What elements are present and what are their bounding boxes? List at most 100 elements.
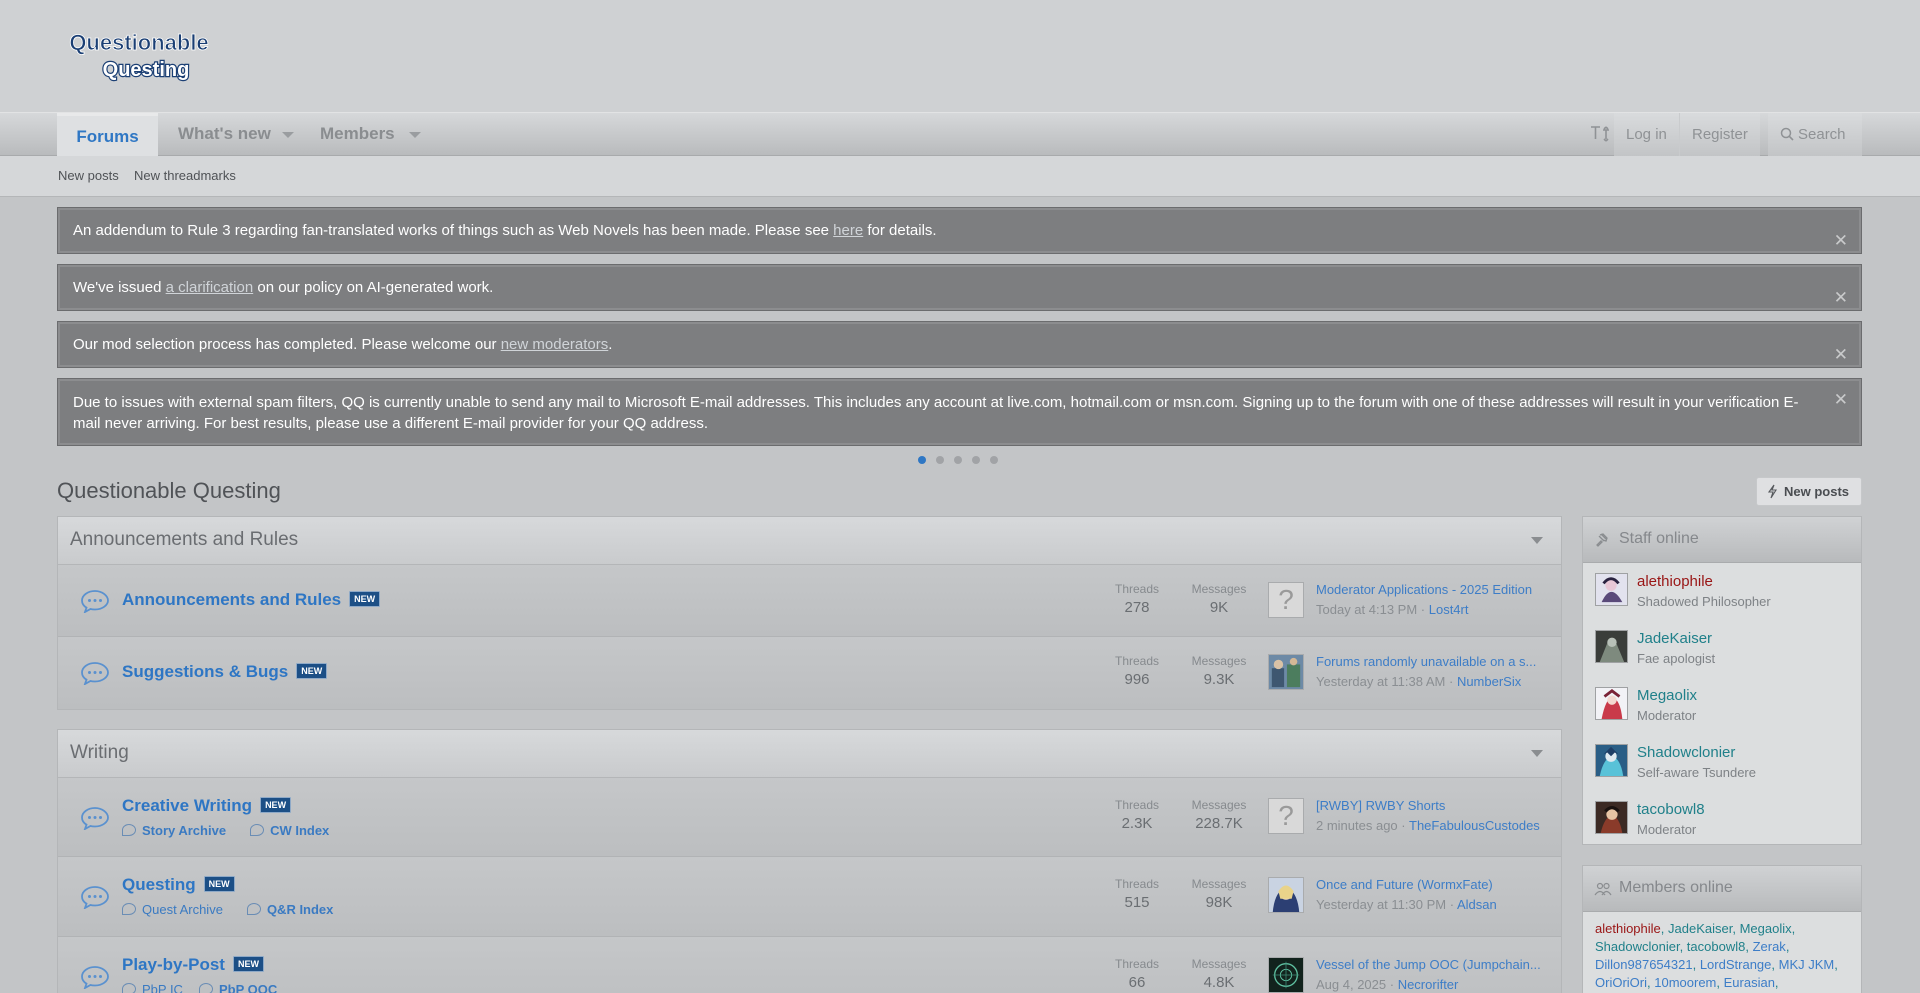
search-button[interactable]: Search — [1768, 113, 1862, 157]
staff-name[interactable]: Shadowclonier — [1637, 744, 1735, 761]
forum-title[interactable]: Play-by-Post — [122, 955, 225, 974]
subforum-link[interactable]: Q&R Index — [267, 902, 333, 917]
page-title: Questionable Questing — [57, 478, 281, 503]
staff-name[interactable]: tacobowl8 — [1637, 801, 1705, 818]
avatar[interactable] — [1595, 573, 1628, 606]
avatar[interactable]: ? — [1268, 798, 1304, 834]
latest-time[interactable]: Yesterday at 11:30 PM — [1316, 897, 1446, 912]
latest-thread-link[interactable]: Vessel of the Jump OOC (Jumpchain... — [1316, 957, 1544, 972]
staff-member: alethiophile Shadowed Philosopher — [1583, 563, 1861, 620]
pager-dot[interactable] — [954, 456, 962, 464]
pager-dot[interactable] — [936, 456, 944, 464]
forum-link[interactable]: Suggestions & Bugs NEW — [122, 662, 328, 682]
category-title[interactable]: Announcements and Rules — [70, 529, 298, 550]
messages-stat: Messages 228.7K — [1184, 798, 1254, 832]
category-title[interactable]: Writing — [70, 742, 129, 763]
tab-forums-label: Forums — [76, 127, 139, 146]
member-link[interactable]: OriOriOri — [1595, 975, 1647, 990]
gavel-icon — [1596, 533, 1608, 547]
avatar[interactable] — [1268, 957, 1304, 993]
member-link[interactable]: tacobowl8 — [1687, 939, 1746, 954]
latest-thread-link[interactable]: [RWBY] RWBY Shorts — [1316, 798, 1544, 813]
subforum-link[interactable]: PbP OOC — [219, 982, 277, 993]
tab-members[interactable]: Members — [320, 113, 395, 157]
latest-user-link[interactable]: Lost4rt — [1429, 602, 1469, 617]
member-link[interactable]: Shadowclonier — [1595, 939, 1680, 954]
forum-title[interactable]: Creative Writing — [122, 796, 252, 815]
avatar[interactable] — [1595, 687, 1628, 720]
subforum-link[interactable]: PbP IC — [142, 982, 183, 993]
whats-new-dropdown[interactable] — [276, 113, 296, 157]
subnav-new-threadmarks[interactable]: New threadmarks — [134, 168, 236, 183]
close-icon[interactable]: ✕ — [1834, 389, 1848, 410]
latest-thread-link[interactable]: Once and Future (WormxFate) — [1316, 877, 1544, 892]
latest-thread-link[interactable]: Moderator Applications - 2025 Edition — [1316, 582, 1544, 597]
latest-user-link[interactable]: TheFabulousCustodes — [1409, 818, 1540, 833]
forum-title[interactable]: Suggestions & Bugs — [122, 662, 288, 681]
latest-time[interactable]: Aug 4, 2025 — [1316, 977, 1386, 992]
tab-forums[interactable]: Forums — [57, 113, 158, 157]
subforum-link[interactable]: Quest Archive — [142, 902, 223, 917]
forum-link[interactable]: Play-by-Post NEW — [122, 955, 264, 975]
latest-user-link[interactable]: Necrorifter — [1398, 977, 1459, 992]
pager-dot[interactable] — [990, 456, 998, 464]
forum-chat-icon — [81, 807, 109, 830]
notice-text: for details. — [863, 222, 937, 239]
subforum-link[interactable]: Story Archive — [142, 823, 226, 838]
notice-link-new-moderators[interactable]: new moderators — [501, 336, 609, 353]
latest-time[interactable]: Today at 4:13 PM — [1316, 602, 1417, 617]
avatar[interactable] — [1595, 744, 1628, 777]
staff-name[interactable]: Megaolix — [1637, 687, 1697, 704]
avatar[interactable]: ? — [1268, 582, 1304, 618]
latest-post: Moderator Applications - 2025 Edition Tod… — [1316, 582, 1544, 617]
site-logo[interactable]: Questionable Questing — [64, 28, 214, 82]
staff-name[interactable]: JadeKaiser — [1637, 630, 1712, 647]
login-button[interactable]: Log in — [1614, 113, 1679, 157]
forum-row: Questing NEW Quest Archive Q&R Index Threa… — [58, 857, 1561, 937]
member-link[interactable]: JadeKaiser — [1668, 921, 1732, 936]
collapse-toggle-icon[interactable] — [1531, 750, 1543, 757]
stat-value: 98K — [1205, 894, 1233, 911]
close-icon[interactable]: ✕ — [1834, 218, 1848, 263]
avatar[interactable] — [1595, 630, 1628, 663]
staff-name[interactable]: alethiophile — [1637, 573, 1713, 590]
members-online-title[interactable]: Members online — [1619, 879, 1733, 896]
staff-online-title[interactable]: Staff online — [1619, 530, 1699, 547]
forum-link[interactable]: Announcements and Rules NEW — [122, 590, 381, 610]
subforum-link[interactable]: CW Index — [270, 823, 329, 838]
latest-time[interactable]: Yesterday at 11:38 AM — [1316, 674, 1445, 689]
forum-link[interactable]: Questing NEW — [122, 875, 235, 895]
collapse-toggle-icon[interactable] — [1531, 537, 1543, 544]
avatar[interactable] — [1268, 654, 1304, 690]
latest-user-link[interactable]: Aldsan — [1457, 897, 1497, 912]
member-link[interactable]: alethiophile — [1595, 921, 1661, 936]
member-link[interactable]: MKJ JKM — [1779, 957, 1835, 972]
pager-dot[interactable] — [918, 456, 926, 464]
avatar[interactable] — [1595, 801, 1628, 834]
text-size-button[interactable] — [1577, 113, 1611, 157]
latest-user-link[interactable]: NumberSix — [1457, 674, 1521, 689]
tab-whats-new-label: What's new — [178, 124, 271, 143]
notice-link-clarification[interactable]: a clarification — [166, 279, 254, 296]
members-dropdown[interactable] — [403, 113, 423, 157]
latest-time[interactable]: 2 minutes ago — [1316, 818, 1398, 833]
pager-dot[interactable] — [972, 456, 980, 464]
new-posts-button[interactable]: New posts — [1756, 477, 1862, 506]
close-icon[interactable]: ✕ — [1834, 332, 1848, 377]
member-link[interactable]: LordStrange — [1700, 957, 1772, 972]
member-link[interactable]: Zerak — [1753, 939, 1786, 954]
latest-thread-link[interactable]: Forums randomly unavailable on a s... — [1316, 654, 1544, 669]
notice-link-here[interactable]: here — [833, 222, 863, 239]
member-link[interactable]: 10moorem — [1654, 975, 1716, 990]
forum-title[interactable]: Questing — [122, 875, 196, 894]
subnav-new-posts[interactable]: New posts — [58, 168, 119, 183]
member-link[interactable]: Eurasian — [1724, 975, 1775, 990]
tab-whats-new[interactable]: What's new — [178, 113, 271, 157]
register-button[interactable]: Register — [1679, 113, 1760, 157]
member-link[interactable]: Megaolix — [1740, 921, 1792, 936]
member-link[interactable]: Dillon987654321 — [1595, 957, 1693, 972]
forum-title[interactable]: Announcements and Rules — [122, 590, 341, 609]
avatar[interactable] — [1268, 877, 1304, 913]
forum-link[interactable]: Creative Writing NEW — [122, 796, 292, 816]
close-icon[interactable]: ✕ — [1834, 275, 1848, 320]
